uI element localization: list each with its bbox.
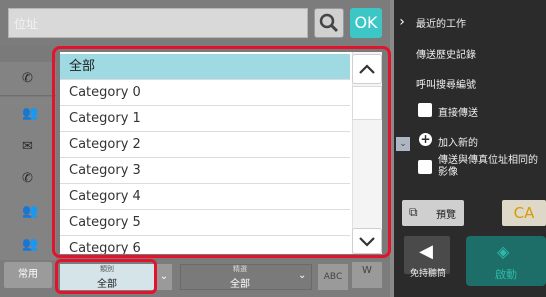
preview-label: 預覽: [436, 210, 456, 221]
chevron-right-icon[interactable]: ›: [394, 8, 410, 36]
abc-button[interactable]: ABC: [318, 264, 348, 290]
ok-button[interactable]: OK: [350, 8, 382, 38]
add-new-item[interactable]: 加入新的: [438, 134, 546, 149]
list-item[interactable]: 👥: [0, 97, 56, 131]
group-icon: 👥: [22, 237, 39, 252]
same-as-fax-label: 傳送與傳真位址相同的影像: [438, 155, 538, 178]
list-item[interactable]: ✆: [0, 62, 56, 96]
highlight-category-frame: [55, 259, 157, 294]
chevron-down-icon[interactable]: ⌄: [156, 264, 172, 290]
phone-icon: ✆: [22, 71, 33, 86]
list-item[interactable]: 👥: [0, 228, 56, 262]
search-icon: [319, 13, 339, 33]
phone-icon: ✆: [22, 171, 33, 186]
direct-send-checkbox[interactable]: [418, 103, 432, 117]
chevron-down-icon: ⌄: [298, 270, 307, 281]
start-label: 啟動: [495, 268, 517, 281]
menu-search-number[interactable]: 呼叫搜尋編號: [416, 76, 546, 91]
menu-recent-jobs[interactable]: 最近的工作: [416, 15, 546, 30]
address-label: 位址: [13, 17, 38, 31]
list-item[interactable]: 👥: [0, 195, 56, 229]
preview-icon: ⧉: [409, 205, 418, 219]
speaker-icon: ◀: [419, 241, 433, 262]
ca-button[interactable]: CA: [502, 200, 546, 226]
plus-icon: +: [419, 132, 432, 146]
filter-select-title: 精選: [233, 265, 247, 273]
start-icon: ◈: [497, 242, 510, 261]
common-button[interactable]: 常用: [4, 262, 52, 288]
speaker-label: 免持聽筒: [409, 269, 446, 279]
same-as-fax-checkbox[interactable]: [418, 160, 432, 174]
list-item[interactable]: ✆: [0, 162, 56, 196]
search-button[interactable]: [314, 8, 344, 38]
highlight-dropdown-frame: [52, 46, 391, 258]
address-input[interactable]: [8, 8, 308, 38]
menu-send-history[interactable]: 傳送歷史記錄: [416, 46, 546, 61]
chevron-down-icon[interactable]: ⌄: [396, 137, 410, 151]
w-button[interactable]: W: [352, 262, 382, 288]
direct-send-label: 直接傳送: [438, 108, 478, 119]
group-icon: 👥: [22, 204, 39, 219]
filter-select-value: 全部: [230, 279, 250, 290]
list-item[interactable]: ✉: [0, 130, 56, 164]
mail-icon: ✉: [22, 139, 33, 154]
group-icon: 👥: [22, 106, 39, 121]
